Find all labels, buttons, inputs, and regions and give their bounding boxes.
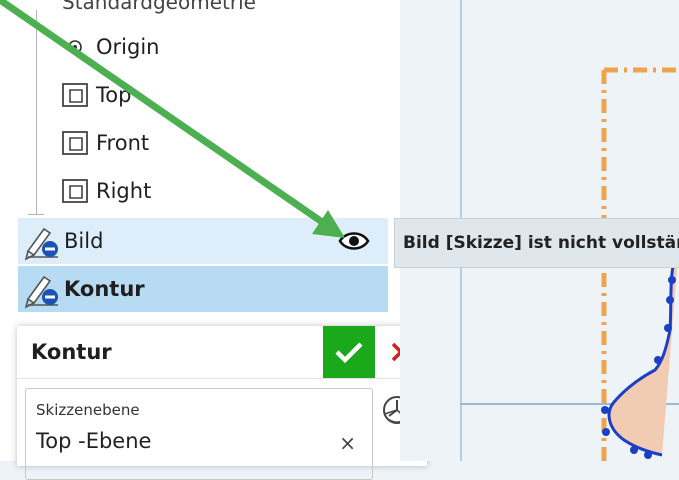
eye-icon[interactable]	[338, 228, 370, 254]
tree-item-origin[interactable]: Origin	[60, 30, 159, 64]
feature-row-kontur[interactable]: Kontur	[18, 266, 388, 312]
feature-list-panel: Standardgeometrie Origin Top Front Right…	[0, 0, 427, 480]
dialog-divider	[17, 378, 427, 379]
checkmark-icon	[335, 342, 363, 364]
plane-icon	[60, 80, 90, 110]
feature-label: Kontur	[64, 277, 145, 301]
tooltip-sketch-incomplete: Bild [Skizze] ist nicht vollständig	[394, 218, 679, 268]
tree-item-label: Top	[96, 83, 132, 107]
tooltip-text: Bild [Skizze] ist nicht vollständig	[403, 233, 679, 253]
tree-connector-end	[28, 214, 44, 215]
sketch-plane-field[interactable]: Skizzenebene Top -Ebene ×	[25, 388, 373, 480]
sketch-icon	[24, 269, 64, 309]
field-label: Skizzenebene	[36, 401, 140, 419]
tree-item-label: Origin	[96, 35, 160, 59]
tree-item-label: Front	[96, 131, 150, 155]
feature-row-bild[interactable]: Bild	[18, 218, 388, 264]
accept-button[interactable]	[323, 326, 375, 378]
sketch-dialog: Kontur Skizzenebene Top -Ebene ×	[17, 326, 427, 480]
field-value: Top -Ebene	[36, 429, 152, 453]
feature-label: Bild	[64, 229, 104, 253]
origin-icon	[60, 32, 90, 62]
tree-connector	[36, 10, 37, 215]
standard-geometry-folder-label: Standardgeometrie	[62, 0, 256, 14]
dialog-title: Kontur	[31, 340, 112, 364]
tree-item-top-plane[interactable]: Top	[60, 78, 131, 112]
tree-item-front-plane[interactable]: Front	[60, 126, 149, 160]
plane-icon	[60, 176, 90, 206]
tree-item-right-plane[interactable]: Right	[60, 174, 151, 208]
tree-item-label: Right	[96, 179, 152, 203]
sketch-icon	[24, 221, 64, 261]
plane-icon	[60, 128, 90, 158]
clear-selection-button[interactable]: ×	[339, 431, 356, 455]
